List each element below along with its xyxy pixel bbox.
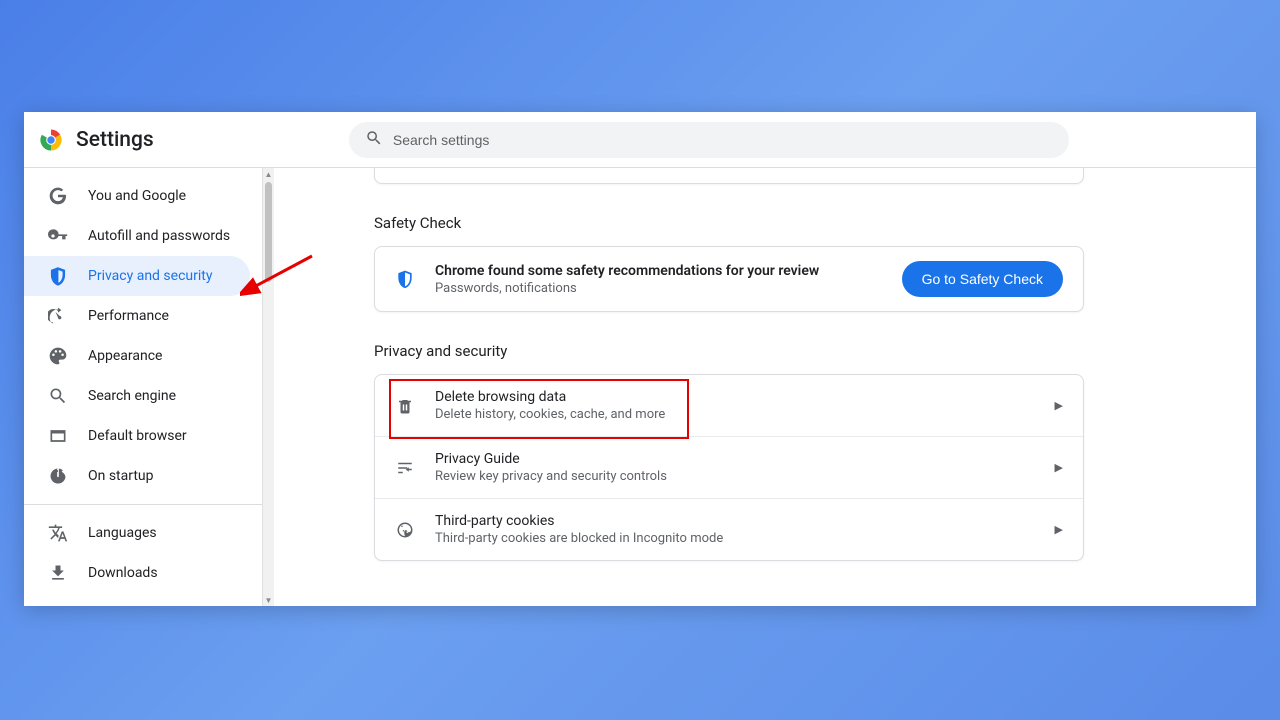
safety-check-subtitle: Passwords, notifications bbox=[435, 281, 882, 296]
sidebar-item-label: Privacy and security bbox=[88, 268, 212, 284]
safety-check-title: Chrome found some safety recommendations… bbox=[435, 263, 882, 279]
chevron-right-icon: ▶ bbox=[1055, 523, 1063, 536]
search-icon bbox=[365, 129, 383, 151]
body: You and Google Autofill and passwords Pr… bbox=[24, 168, 1256, 606]
logo-title: Settings bbox=[40, 128, 154, 152]
go-to-safety-check-button[interactable]: Go to Safety Check bbox=[902, 261, 1063, 297]
row-title: Third-party cookies bbox=[435, 513, 1035, 529]
sidebar-item-label: Search engine bbox=[88, 388, 176, 404]
palette-icon bbox=[48, 346, 68, 366]
chevron-right-icon: ▶ bbox=[1055, 399, 1063, 412]
sidebar: You and Google Autofill and passwords Pr… bbox=[24, 168, 274, 606]
scroll-up-icon[interactable]: ▲ bbox=[263, 168, 274, 180]
row-privacy-guide[interactable]: Privacy Guide Review key privacy and sec… bbox=[375, 436, 1083, 498]
trash-icon bbox=[395, 396, 415, 416]
search-icon bbox=[48, 386, 68, 406]
translate-icon bbox=[48, 523, 68, 543]
sidebar-item-downloads[interactable]: Downloads bbox=[24, 553, 250, 593]
row-subtitle: Review key privacy and security controls bbox=[435, 469, 1035, 484]
search-input[interactable] bbox=[393, 132, 1053, 148]
section-heading-safety-check: Safety Check bbox=[374, 214, 1084, 232]
settings-window: Settings You and Google bbox=[24, 112, 1256, 606]
sidebar-item-autofill[interactable]: Autofill and passwords bbox=[24, 216, 250, 256]
sidebar-divider bbox=[24, 504, 262, 505]
browser-icon bbox=[48, 426, 68, 446]
privacy-card: Delete browsing data Delete history, coo… bbox=[374, 374, 1084, 561]
cookie-icon bbox=[395, 520, 415, 540]
sidebar-item-privacy[interactable]: Privacy and security bbox=[24, 256, 250, 296]
row-third-party-cookies[interactable]: Third-party cookies Third-party cookies … bbox=[375, 498, 1083, 560]
sidebar-scrollbar[interactable]: ▲ ▼ bbox=[262, 168, 274, 606]
search-wrap bbox=[178, 122, 1240, 158]
row-subtitle: Third-party cookies are blocked in Incog… bbox=[435, 531, 1035, 546]
shield-icon bbox=[48, 266, 68, 286]
sidebar-item-label: Languages bbox=[88, 525, 157, 541]
google-g-icon bbox=[48, 186, 68, 206]
sidebar-item-label: You and Google bbox=[88, 188, 186, 204]
sidebar-item-languages[interactable]: Languages bbox=[24, 513, 250, 553]
sidebar-item-label: Appearance bbox=[88, 348, 162, 364]
sidebar-item-appearance[interactable]: Appearance bbox=[24, 336, 250, 376]
chevron-right-icon: ▶ bbox=[1055, 461, 1063, 474]
speedometer-icon bbox=[48, 306, 68, 326]
download-icon bbox=[48, 563, 68, 583]
sidebar-item-you-and-google[interactable]: You and Google bbox=[24, 176, 250, 216]
topbar: Settings bbox=[24, 112, 1256, 168]
sidebar-item-default-browser[interactable]: Default browser bbox=[24, 416, 250, 456]
row-delete-browsing-data[interactable]: Delete browsing data Delete history, coo… bbox=[375, 375, 1083, 436]
scroll-thumb[interactable] bbox=[265, 182, 272, 282]
content-area: Safety Check Chrome found some safety re… bbox=[274, 168, 1256, 606]
sidebar-item-label: Autofill and passwords bbox=[88, 228, 230, 244]
safety-check-row: Chrome found some safety recommendations… bbox=[375, 247, 1083, 311]
chrome-logo-icon bbox=[40, 129, 62, 151]
power-icon bbox=[48, 466, 68, 486]
row-title: Privacy Guide bbox=[435, 451, 1035, 467]
sidebar-item-performance[interactable]: Performance bbox=[24, 296, 250, 336]
sidebar-item-label: On startup bbox=[88, 468, 154, 484]
row-subtitle: Delete history, cookies, cache, and more bbox=[435, 407, 1035, 422]
sidebar-item-on-startup[interactable]: On startup bbox=[24, 456, 250, 496]
safety-check-card: Chrome found some safety recommendations… bbox=[374, 246, 1084, 312]
sidebar-item-search-engine[interactable]: Search engine bbox=[24, 376, 250, 416]
sidebar-item-label: Downloads bbox=[88, 565, 158, 581]
tune-icon bbox=[395, 458, 415, 478]
section-heading-privacy: Privacy and security bbox=[374, 342, 1084, 360]
partial-card-above bbox=[374, 168, 1084, 184]
scroll-down-icon[interactable]: ▼ bbox=[263, 594, 274, 606]
sidebar-item-label: Performance bbox=[88, 308, 169, 324]
row-title: Delete browsing data bbox=[435, 389, 1035, 405]
sidebar-item-label: Default browser bbox=[88, 428, 187, 444]
key-icon bbox=[48, 226, 68, 246]
search-box[interactable] bbox=[349, 122, 1069, 158]
shield-icon bbox=[395, 269, 415, 289]
app-title: Settings bbox=[76, 128, 154, 152]
safety-check-text: Chrome found some safety recommendations… bbox=[435, 263, 882, 296]
